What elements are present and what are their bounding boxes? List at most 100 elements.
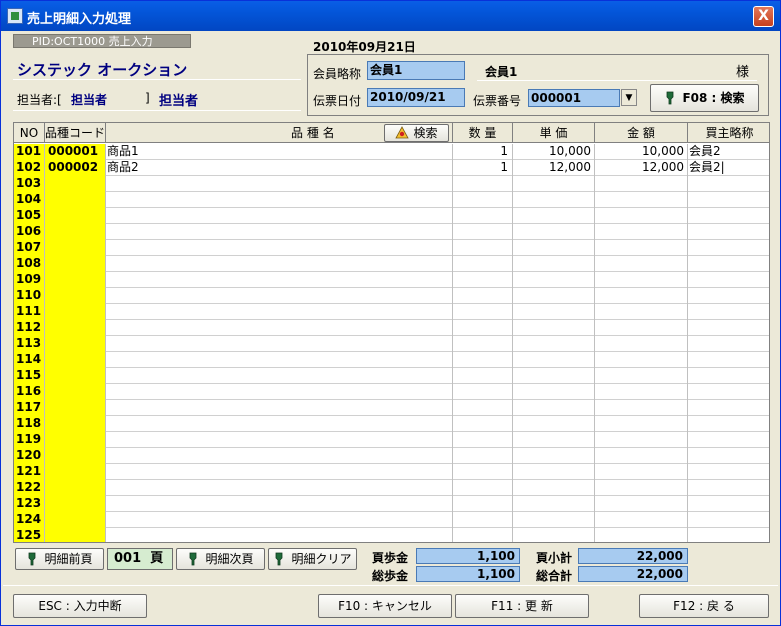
row-code-cell[interactable] xyxy=(45,240,106,256)
row-qty-cell[interactable] xyxy=(453,208,513,224)
row-code-cell[interactable] xyxy=(45,224,106,240)
row-price-cell[interactable] xyxy=(513,496,595,512)
row-price-cell[interactable] xyxy=(513,336,595,352)
row-code-cell[interactable] xyxy=(45,496,106,512)
row-buyer-cell[interactable] xyxy=(688,416,769,432)
row-buyer-cell[interactable] xyxy=(688,432,769,448)
row-price-cell[interactable] xyxy=(513,512,595,528)
f11-update-button[interactable]: F11 : 更 新 xyxy=(455,594,589,618)
table-row[interactable]: 116 xyxy=(14,384,769,400)
row-price-cell[interactable] xyxy=(513,320,595,336)
table-row[interactable]: 108 xyxy=(14,256,769,272)
row-code-cell[interactable] xyxy=(45,288,106,304)
row-qty-cell[interactable] xyxy=(453,400,513,416)
table-row[interactable]: 125 xyxy=(14,528,769,542)
row-buyer-cell[interactable] xyxy=(688,288,769,304)
close-button[interactable]: X xyxy=(753,6,774,27)
row-buyer-cell[interactable] xyxy=(688,272,769,288)
row-buyer-cell[interactable] xyxy=(688,240,769,256)
row-qty-cell[interactable] xyxy=(453,480,513,496)
row-buyer-cell[interactable] xyxy=(688,224,769,240)
row-qty-cell[interactable] xyxy=(453,320,513,336)
f10-cancel-button[interactable]: F10 : キャンセル xyxy=(318,594,452,618)
member-field[interactable]: 会員1 xyxy=(367,61,465,80)
row-price-cell[interactable] xyxy=(513,256,595,272)
row-code-cell[interactable] xyxy=(45,272,106,288)
row-code-cell[interactable] xyxy=(45,416,106,432)
row-name-cell[interactable] xyxy=(106,432,453,448)
f08-search-button[interactable]: F08 : 検索 xyxy=(650,84,759,112)
esc-abort-button[interactable]: ESC : 入力中断 xyxy=(13,594,147,618)
table-row[interactable]: 118 xyxy=(14,416,769,432)
table-row[interactable]: 114 xyxy=(14,352,769,368)
prev-page-button[interactable]: 明細前頁 xyxy=(15,548,104,570)
tanto-code-field[interactable]: 担当者 xyxy=(71,91,107,108)
row-code-cell[interactable] xyxy=(45,176,106,192)
row-price-cell[interactable]: 10,000 xyxy=(513,144,595,160)
table-row[interactable]: 105 xyxy=(14,208,769,224)
row-code-cell[interactable] xyxy=(45,528,106,542)
row-code-cell[interactable] xyxy=(45,304,106,320)
row-price-cell[interactable] xyxy=(513,224,595,240)
table-row[interactable]: 121 xyxy=(14,464,769,480)
row-qty-cell[interactable] xyxy=(453,304,513,320)
row-qty-cell[interactable] xyxy=(453,240,513,256)
row-qty-cell[interactable] xyxy=(453,512,513,528)
row-name-cell[interactable] xyxy=(106,480,453,496)
row-price-cell[interactable] xyxy=(513,528,595,542)
row-qty-cell[interactable] xyxy=(453,448,513,464)
row-code-cell[interactable] xyxy=(45,384,106,400)
table-row[interactable]: 101 000001 商品1 1 10,000 10,000 会員2 xyxy=(14,144,769,160)
row-qty-cell[interactable] xyxy=(453,224,513,240)
row-name-cell[interactable] xyxy=(106,176,453,192)
table-row[interactable]: 112 xyxy=(14,320,769,336)
row-qty-cell[interactable] xyxy=(453,272,513,288)
row-name-cell[interactable] xyxy=(106,224,453,240)
row-code-cell[interactable] xyxy=(45,256,106,272)
row-price-cell[interactable] xyxy=(513,400,595,416)
row-name-cell[interactable] xyxy=(106,192,453,208)
row-code-cell[interactable] xyxy=(45,320,106,336)
row-buyer-cell[interactable] xyxy=(688,176,769,192)
row-name-cell[interactable] xyxy=(106,448,453,464)
row-code-cell[interactable] xyxy=(45,448,106,464)
table-row[interactable]: 124 xyxy=(14,512,769,528)
row-name-cell[interactable] xyxy=(106,400,453,416)
row-buyer-cell[interactable] xyxy=(688,480,769,496)
row-buyer-cell[interactable] xyxy=(688,384,769,400)
row-qty-cell[interactable] xyxy=(453,176,513,192)
row-name-cell[interactable] xyxy=(106,528,453,542)
row-price-cell[interactable] xyxy=(513,432,595,448)
row-qty-cell[interactable] xyxy=(453,192,513,208)
row-price-cell[interactable] xyxy=(513,448,595,464)
table-row[interactable]: 123 xyxy=(14,496,769,512)
row-buyer-cell[interactable]: 会員2 xyxy=(688,144,769,160)
row-price-cell[interactable]: 12,000 xyxy=(513,160,595,176)
table-row[interactable]: 109 xyxy=(14,272,769,288)
row-name-cell[interactable] xyxy=(106,512,453,528)
row-price-cell[interactable] xyxy=(513,480,595,496)
row-qty-cell[interactable] xyxy=(453,384,513,400)
row-qty-cell[interactable] xyxy=(453,256,513,272)
table-row[interactable]: 106 xyxy=(14,224,769,240)
row-code-cell[interactable]: 000002 xyxy=(45,160,106,176)
row-price-cell[interactable] xyxy=(513,464,595,480)
row-name-cell[interactable] xyxy=(106,256,453,272)
table-row[interactable]: 119 xyxy=(14,432,769,448)
row-name-cell[interactable] xyxy=(106,416,453,432)
row-qty-cell[interactable] xyxy=(453,464,513,480)
row-name-cell[interactable] xyxy=(106,496,453,512)
row-price-cell[interactable] xyxy=(513,208,595,224)
row-code-cell[interactable] xyxy=(45,480,106,496)
row-price-cell[interactable] xyxy=(513,384,595,400)
row-qty-cell[interactable]: 1 xyxy=(453,160,513,176)
row-name-cell[interactable] xyxy=(106,240,453,256)
clear-detail-button[interactable]: 明細クリア xyxy=(268,548,357,570)
row-price-cell[interactable] xyxy=(513,368,595,384)
row-price-cell[interactable] xyxy=(513,352,595,368)
row-buyer-cell[interactable] xyxy=(688,496,769,512)
row-qty-cell[interactable] xyxy=(453,288,513,304)
row-buyer-cell[interactable] xyxy=(688,368,769,384)
row-qty-cell[interactable]: 1 xyxy=(453,144,513,160)
row-buyer-cell[interactable] xyxy=(688,528,769,542)
